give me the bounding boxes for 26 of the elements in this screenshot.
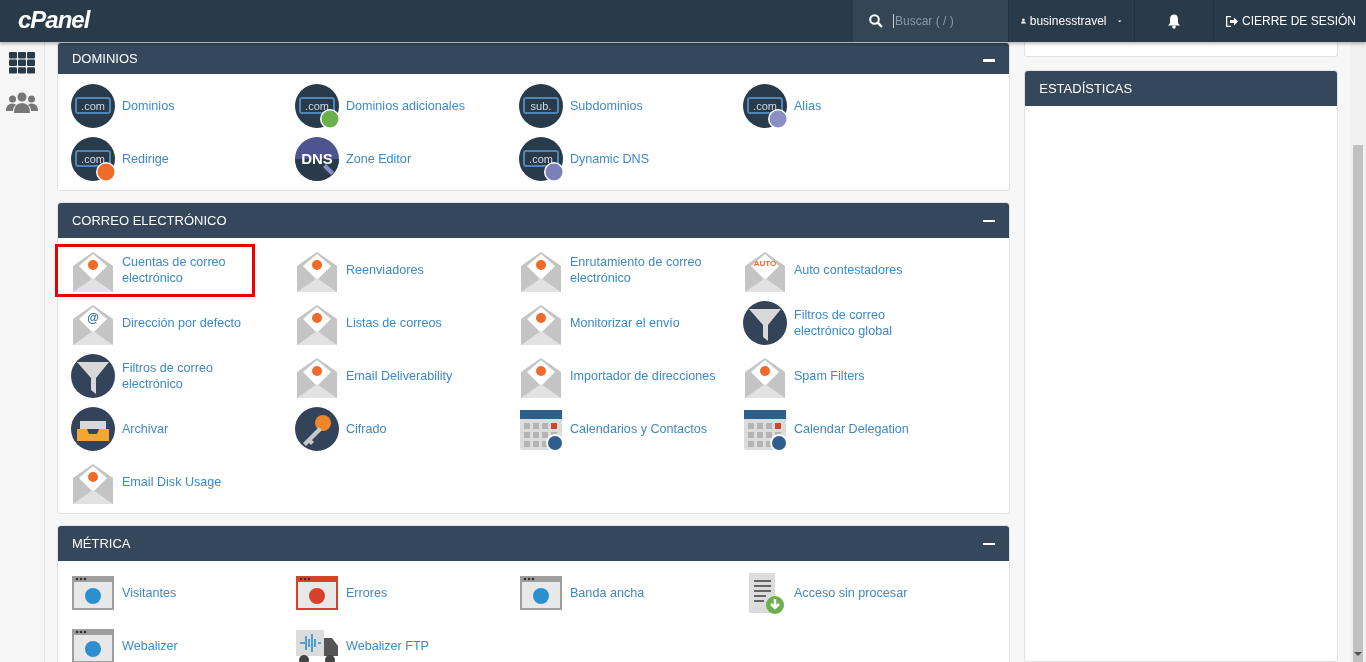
logout-icon: [1225, 15, 1238, 27]
dns-pencil-icon: DNS: [294, 137, 339, 181]
section-title: DOMINIOS: [71, 51, 138, 66]
tool-link[interactable]: Cuentas de correo electrónico: [54, 244, 255, 297]
domain-icon: sub.: [518, 84, 563, 128]
calendar-icon: [742, 407, 787, 451]
tool-link[interactable]: Email Disk Usage: [54, 456, 282, 509]
domain-badge-icon: .com: [70, 137, 115, 181]
users-icon[interactable]: [6, 92, 38, 114]
calendar-icon: [518, 407, 563, 451]
domain-icon: .com: [70, 84, 115, 128]
funnel-icon: [70, 354, 115, 398]
domain-badge-icon: .com: [518, 137, 563, 181]
scrollbar[interactable]: [1350, 42, 1366, 662]
search-icon: [868, 14, 883, 28]
key-icon: [294, 407, 339, 451]
panel-title: ESTADÍSTICAS: [1039, 81, 1133, 96]
archive-icon: [70, 407, 115, 451]
bell-icon: [1166, 13, 1181, 29]
grid-icon[interactable]: [9, 52, 35, 74]
section-title: CORREO ELECTRÓNICO: [71, 213, 227, 228]
funnel-icon: [742, 301, 787, 345]
domain-badge-icon: .com: [294, 84, 339, 128]
domain-badge-icon: .com: [742, 84, 787, 128]
section-title: MÉTRICA: [71, 536, 131, 551]
logo[interactable]: cPanel: [0, 0, 90, 42]
